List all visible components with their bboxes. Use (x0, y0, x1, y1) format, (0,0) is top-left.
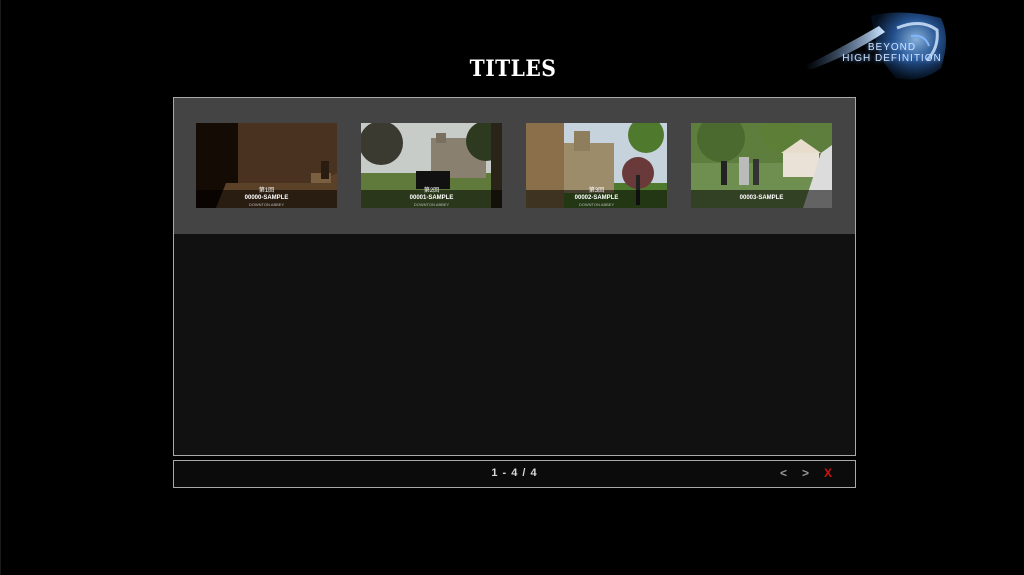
thumbnail-subtitle: DOWNTON ABBEY (413, 202, 450, 207)
thumbnail-label: 00001-SAMPLE (409, 195, 454, 201)
thumbnail-episode: 第3回 (588, 188, 605, 194)
logo-line-1: BEYOND (867, 42, 917, 53)
thumbnail-episode: 第1回 (258, 188, 275, 194)
thumbnail-episode: 第2回 (423, 188, 440, 194)
titles-screen: BEYOND HIGH DEFINITION TITLES 第1回 00000-… (0, 0, 1024, 575)
prev-arrow-icon[interactable]: < (780, 466, 787, 480)
title-thumbnail[interactable]: 第1回 00000-SAMPLE DOWNTON ABBEY (196, 123, 337, 208)
page-count: 1 - 4 / 4 (491, 467, 538, 479)
thumbnail-subtitle: DOWNTON ABBEY (578, 202, 615, 207)
next-arrow-icon[interactable]: > (802, 466, 809, 480)
thumbnail-row: 第1回 00000-SAMPLE DOWNTON ABBEY 第2回 00001… (174, 98, 855, 234)
title-thumbnail[interactable]: 第2回 00001-SAMPLE DOWNTON ABBEY (361, 123, 502, 208)
pager-bar: 1 - 4 / 4 < > X (173, 460, 856, 488)
title-thumbnail[interactable]: 00003-SAMPLE (691, 123, 832, 208)
thumbnail-label: 00003-SAMPLE (739, 195, 784, 201)
page-title: TITLES (469, 56, 557, 82)
titles-panel: 第1回 00000-SAMPLE DOWNTON ABBEY 第2回 00001… (173, 97, 856, 456)
thumbnail-label: 00002-SAMPLE (574, 195, 619, 201)
close-icon[interactable]: X (824, 466, 832, 480)
thumbnail-label: 00000-SAMPLE (244, 195, 289, 201)
title-thumbnail[interactable]: 第3回 00002-SAMPLE DOWNTON ABBEY (526, 123, 667, 208)
thumbnail-subtitle: DOWNTON ABBEY (248, 202, 285, 207)
